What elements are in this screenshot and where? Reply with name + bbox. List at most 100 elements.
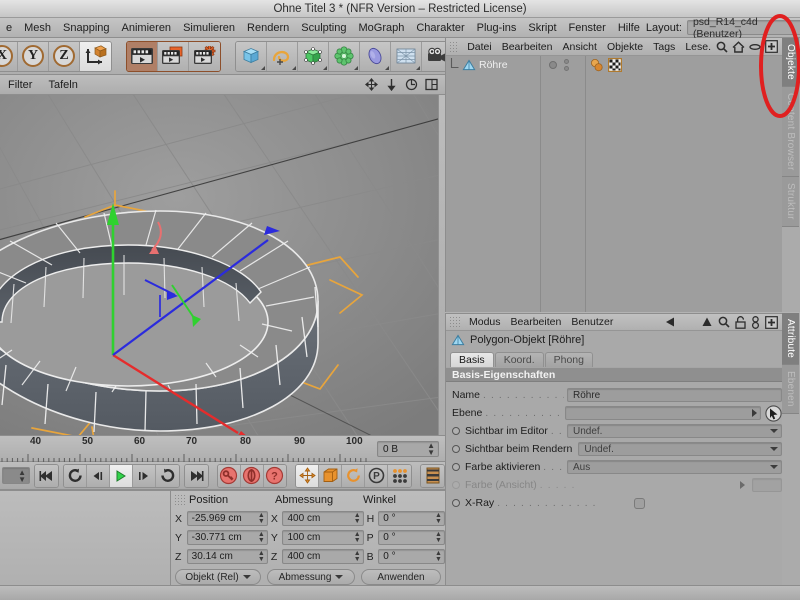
pin-icon[interactable] — [751, 316, 760, 329]
menu-item-skript[interactable]: Skript — [522, 18, 562, 38]
timeline-frame-field[interactable]: 0 B ▲▼ — [377, 441, 439, 457]
om-menu-lese[interactable]: Lese. — [680, 41, 716, 53]
layout-view-icon[interactable] — [425, 78, 438, 91]
loop-button[interactable] — [156, 465, 179, 487]
size-y-stepper[interactable]: ▲▼ — [354, 532, 361, 544]
autokey-button[interactable] — [241, 465, 264, 487]
radio-sichtbar-editor[interactable] — [452, 427, 460, 435]
coordinate-size-dropdown[interactable]: Abmessung — [267, 569, 355, 585]
size-x-field[interactable]: 400 cm▲▼ — [282, 511, 363, 526]
size-y-field[interactable]: 100 cm▲▼ — [282, 530, 363, 545]
world-object-axis-button[interactable] — [80, 42, 111, 71]
keyframe-select-button[interactable]: ? — [264, 465, 287, 487]
position-z-stepper[interactable]: ▲▼ — [258, 551, 265, 563]
menu-item-sculpting[interactable]: Sculpting — [295, 18, 352, 38]
position-x-stepper[interactable]: ▲▼ — [258, 513, 265, 525]
axis-x-button[interactable]: X — [0, 42, 18, 71]
menu-item-simulieren[interactable]: Simulieren — [177, 18, 241, 38]
position-x-field[interactable]: -25.969 cm▲▼ — [187, 511, 268, 526]
tags-row[interactable] — [586, 56, 782, 73]
home-icon[interactable] — [732, 41, 745, 53]
expand-panel-icon[interactable] — [765, 40, 778, 53]
pick-layer-icon[interactable] — [765, 405, 782, 422]
sichtbar-rendern-dropdown[interactable]: Undef. — [578, 442, 782, 456]
timeline-frame-stepper[interactable]: ▲▼ — [427, 442, 435, 456]
farbe-aktivieren-dropdown[interactable]: Aus — [567, 460, 782, 474]
play-button[interactable] — [110, 465, 133, 487]
attr-menu-bearbeiten[interactable]: Bearbeiten — [506, 316, 567, 328]
om-menu-bearbeiten[interactable]: Bearbeiten — [497, 41, 558, 53]
rotation-key-button[interactable] — [342, 465, 365, 487]
spline-button[interactable] — [267, 42, 298, 71]
move-view-icon[interactable] — [365, 78, 378, 91]
scale-key-button[interactable] — [319, 465, 342, 487]
position-key-button[interactable] — [296, 465, 319, 487]
lock-icon[interactable] — [735, 316, 746, 329]
om-menu-datei[interactable]: Datei — [462, 41, 497, 53]
up-arrow-icon[interactable] — [701, 316, 713, 329]
position-z-field[interactable]: 30.14 cm▲▼ — [187, 549, 268, 564]
object-row-roehre[interactable]: Röhre — [446, 56, 540, 73]
angle-h-stepper[interactable]: ▲▼ — [435, 513, 442, 525]
deformer-button[interactable] — [329, 42, 360, 71]
coordinate-mode-dropdown[interactable]: Objekt (Rel) — [175, 569, 261, 585]
menu-item-snapping[interactable]: Snapping — [57, 18, 116, 38]
position-y-field[interactable]: -30.771 cm▲▼ — [187, 530, 268, 545]
scale-view-icon[interactable] — [385, 78, 398, 91]
om-menu-ansicht[interactable]: Ansicht — [558, 41, 602, 53]
timeline-window-button[interactable] — [421, 465, 444, 487]
ebene-input[interactable] — [565, 406, 761, 420]
menu-item-hilfe[interactable]: Hilfe — [612, 18, 646, 38]
size-z-stepper[interactable]: ▲▼ — [354, 551, 361, 563]
step-back-button[interactable] — [87, 465, 110, 487]
om-menu-tags[interactable]: Tags — [648, 41, 680, 53]
object-manager-body[interactable]: Röhre — [446, 56, 782, 312]
material-tag-icon[interactable] — [590, 58, 604, 72]
size-x-stepper[interactable]: ▲▼ — [354, 513, 361, 525]
size-z-field[interactable]: 400 cm▲▼ — [282, 549, 363, 564]
render-view-button[interactable] — [127, 42, 158, 71]
axis-y-button[interactable]: Y — [18, 42, 49, 71]
render-settings-button[interactable] — [189, 42, 220, 71]
xray-checkbox[interactable] — [634, 498, 645, 509]
viewport-right-scrollbar[interactable] — [438, 95, 445, 435]
sichtbar-editor-dropdown[interactable]: Undef. — [567, 424, 782, 438]
vtab-objekte[interactable]: Objekte — [782, 38, 799, 87]
vtab-content-browser[interactable]: Content Browser — [782, 87, 799, 177]
current-frame-stepper[interactable]: ▲▼ — [18, 469, 26, 483]
menu-item-plugins[interactable]: Plug-ins — [471, 18, 523, 38]
timeline-ruler[interactable]: 40 50 60 70 80 90 100 0 B ▲▼ — [0, 435, 445, 462]
menu-item-rendern[interactable]: Rendern — [241, 18, 295, 38]
visibility-dots-row[interactable] — [541, 56, 585, 73]
tab-koord[interactable]: Koord. — [495, 352, 544, 367]
menu-item-fenster[interactable]: Fenster — [563, 18, 612, 38]
param-key-button[interactable]: P — [365, 465, 388, 487]
point-level-key-button[interactable] — [388, 465, 411, 487]
vtab-struktur[interactable]: Struktur — [782, 177, 799, 227]
radio-xray[interactable] — [452, 499, 460, 507]
radio-sichtbar-rendern[interactable] — [452, 445, 460, 453]
angle-p-stepper[interactable]: ▲▼ — [435, 532, 442, 544]
scene-button[interactable] — [360, 42, 391, 71]
angle-b-field[interactable]: 0 °▲▼ — [378, 549, 445, 564]
angle-p-field[interactable]: 0 °▲▼ — [378, 530, 445, 545]
current-frame-field[interactable]: ▲▼ — [2, 467, 30, 484]
attr-menu-modus[interactable]: Modus — [464, 316, 506, 328]
vtab-attribute[interactable]: Attribute — [782, 313, 799, 365]
tab-basis[interactable]: Basis — [450, 352, 494, 367]
position-y-stepper[interactable]: ▲▼ — [258, 532, 265, 544]
panel-grip-icon[interactable] — [174, 494, 186, 506]
tab-phong[interactable]: Phong — [545, 352, 593, 367]
menu-item-charakter[interactable]: Charakter — [410, 18, 470, 38]
ellipse-icon[interactable] — [749, 41, 761, 53]
name-input[interactable]: Röhre — [567, 388, 782, 402]
attribute-grip-icon[interactable] — [449, 316, 461, 328]
step-forward-button[interactable] — [133, 465, 156, 487]
object-manager-grip-icon[interactable] — [449, 41, 459, 53]
expand-panel-icon-attr[interactable] — [765, 316, 778, 329]
rotate-view-icon[interactable] — [405, 78, 418, 91]
visibility-dots-icon[interactable] — [564, 59, 569, 71]
radio-farbe-aktivieren[interactable] — [452, 463, 460, 471]
viewport-menu-tafeln[interactable]: Tafeln — [40, 79, 85, 91]
back-arrow-icon[interactable] — [663, 316, 677, 328]
